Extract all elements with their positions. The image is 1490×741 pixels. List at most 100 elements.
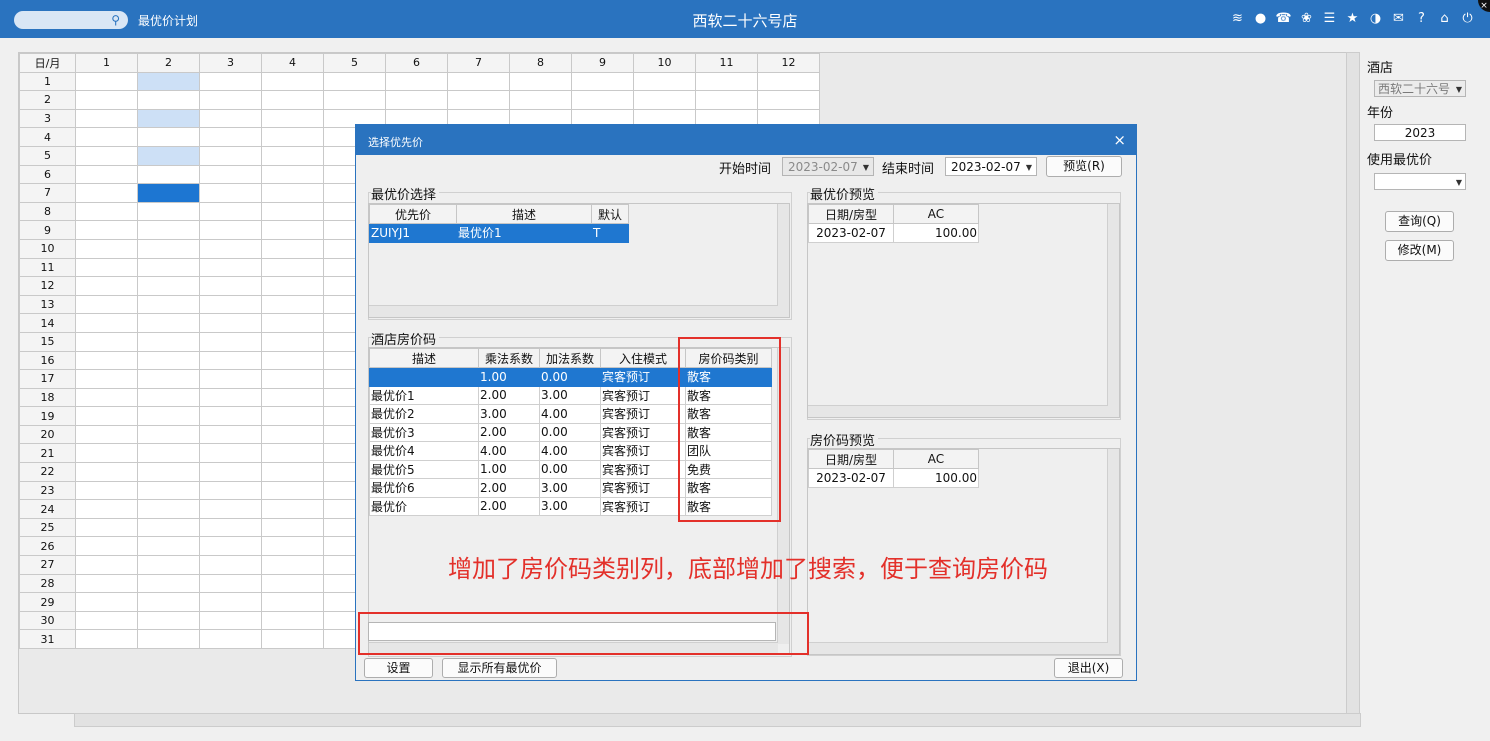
chat-icon[interactable]: ● <box>1252 10 1269 27</box>
calendar-cell[interactable] <box>199 164 262 185</box>
calendar-cell[interactable] <box>137 238 200 259</box>
column-header[interactable]: 入住模式 <box>600 348 686 368</box>
calendar-cell[interactable] <box>199 183 262 203</box>
calendar-cell[interactable] <box>385 71 448 92</box>
modify-button[interactable]: 修改(M) <box>1385 240 1454 261</box>
calendar-cell[interactable] <box>75 629 138 649</box>
vertical-scrollbar[interactable] <box>777 204 789 317</box>
close-icon[interactable]: × <box>1113 131 1126 149</box>
search-icon[interactable]: ⚲ <box>111 13 120 27</box>
month-header[interactable]: 7 <box>447 53 510 73</box>
preview-button[interactable]: 预览(R) <box>1046 156 1122 177</box>
calendar-cell[interactable] <box>137 406 200 426</box>
calendar-vertical-scrollbar[interactable] <box>1346 52 1360 714</box>
calendar-cell[interactable] <box>137 592 200 612</box>
calendar-cell[interactable] <box>137 145 200 166</box>
calendar-cell[interactable] <box>75 257 138 278</box>
table-row[interactable]: 2023-02-07 100.00 <box>808 468 979 488</box>
calendar-cell[interactable] <box>261 71 324 92</box>
calendar-cell[interactable] <box>323 71 386 92</box>
calendar-cell[interactable] <box>199 257 262 278</box>
month-header[interactable]: 5 <box>323 53 386 73</box>
calendar-cell[interactable] <box>75 201 138 222</box>
calendar-cell[interactable] <box>199 610 262 631</box>
calendar-cell[interactable] <box>199 424 262 445</box>
calendar-cell[interactable] <box>75 462 138 482</box>
calendar-cell[interactable] <box>261 536 324 557</box>
month-header[interactable]: 8 <box>509 53 572 73</box>
calendar-cell[interactable] <box>261 462 324 482</box>
calendar-cell[interactable] <box>261 164 324 185</box>
table-row[interactable]: ZUIYJ1 最优价1 T <box>369 223 629 243</box>
month-header[interactable]: 11 <box>695 53 758 73</box>
vertical-scrollbar[interactable] <box>1107 449 1119 654</box>
wifi-icon[interactable]: ≋ <box>1229 10 1246 27</box>
calendar-cell[interactable] <box>75 108 138 129</box>
month-header[interactable]: 3 <box>199 53 262 73</box>
calendar-cell[interactable] <box>695 90 758 110</box>
calendar-cell[interactable] <box>75 164 138 185</box>
calendar-cell[interactable] <box>75 443 138 464</box>
star-icon[interactable]: ★ <box>1344 10 1361 27</box>
calendar-cell[interactable] <box>137 276 200 296</box>
settings-button[interactable]: 设置 <box>364 658 433 678</box>
calendar-cell[interactable] <box>137 294 200 315</box>
calendar-cell[interactable] <box>199 406 262 426</box>
month-header[interactable]: 6 <box>385 53 448 73</box>
calendar-cell[interactable] <box>75 610 138 631</box>
calendar-cell[interactable] <box>261 592 324 612</box>
calendar-cell[interactable] <box>261 313 324 333</box>
calendar-cell[interactable] <box>199 536 262 557</box>
calendar-cell[interactable] <box>75 220 138 240</box>
calendar-cell[interactable] <box>199 108 262 129</box>
calendar-cell[interactable] <box>137 183 200 203</box>
start-time-select[interactable]: 2023-02-07 ▼ <box>782 157 874 176</box>
calendar-cell[interactable] <box>261 629 324 649</box>
calendar-cell[interactable] <box>261 350 324 371</box>
calendar-cell[interactable] <box>199 480 262 501</box>
horizontal-scrollbar[interactable] <box>808 405 1108 417</box>
calendar-cell[interactable] <box>75 183 138 203</box>
calendar-cell[interactable] <box>75 294 138 315</box>
query-button[interactable]: 查询(Q) <box>1385 211 1454 232</box>
calendar-cell[interactable] <box>137 108 200 129</box>
calendar-cell[interactable] <box>137 517 200 538</box>
calendar-cell[interactable] <box>137 555 200 575</box>
calendar-cell[interactable] <box>261 90 324 110</box>
horizontal-scrollbar[interactable] <box>808 642 1108 654</box>
calendar-cell[interactable] <box>261 276 324 296</box>
calendar-cell[interactable] <box>757 71 820 92</box>
calendar-cell[interactable] <box>75 145 138 166</box>
calendar-cell[interactable] <box>261 331 324 352</box>
menu-icon[interactable]: ☰ <box>1321 10 1338 27</box>
calendar-cell[interactable] <box>75 331 138 352</box>
calendar-cell[interactable] <box>261 257 324 278</box>
power-icon[interactable]: ⏻ <box>1459 10 1476 27</box>
calendar-cell[interactable] <box>261 201 324 222</box>
calendar-cell[interactable] <box>199 313 262 333</box>
calendar-cell[interactable] <box>137 480 200 501</box>
calendar-cell[interactable] <box>633 71 696 92</box>
calendar-cell[interactable] <box>137 573 200 594</box>
calendar-cell[interactable] <box>137 127 200 147</box>
help-icon[interactable]: ? <box>1413 10 1430 27</box>
column-header[interactable]: 乘法系数 <box>478 348 540 368</box>
palette-icon[interactable]: ❀ <box>1298 10 1315 27</box>
calendar-cell[interactable] <box>199 387 262 408</box>
calendar-cell[interactable] <box>199 499 262 519</box>
calendar-cell[interactable] <box>261 555 324 575</box>
calendar-cell[interactable] <box>137 499 200 519</box>
calendar-cell[interactable] <box>137 331 200 352</box>
calendar-cell[interactable] <box>137 313 200 333</box>
exit-button[interactable]: 退出(X) <box>1054 658 1123 678</box>
month-header[interactable]: 9 <box>571 53 634 73</box>
calendar-cell[interactable] <box>75 90 138 110</box>
calendar-cell[interactable] <box>261 406 324 426</box>
table-row[interactable]: 2023-02-07 100.00 <box>808 223 979 243</box>
calendar-cell[interactable] <box>199 350 262 371</box>
calendar-cell[interactable] <box>261 610 324 631</box>
calendar-cell[interactable] <box>75 238 138 259</box>
calendar-cell[interactable] <box>199 220 262 240</box>
calendar-cell[interactable] <box>137 424 200 445</box>
calendar-cell[interactable] <box>199 145 262 166</box>
